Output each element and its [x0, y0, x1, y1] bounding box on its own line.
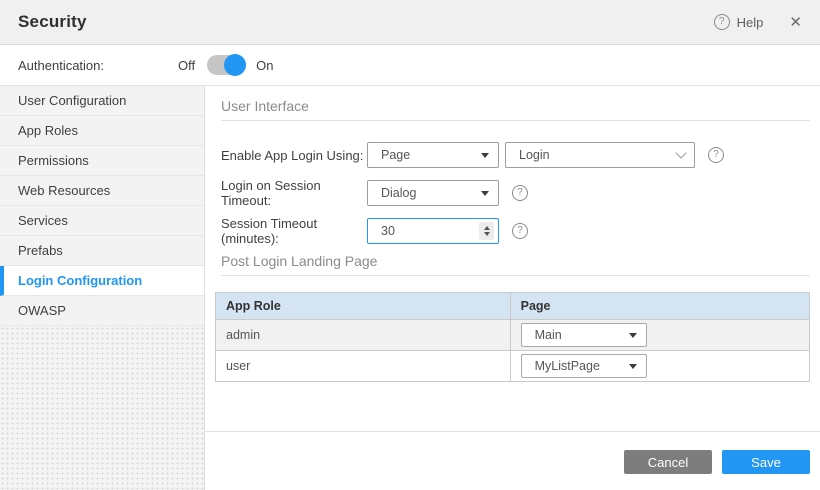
admin-landing-page-value: Main: [535, 328, 562, 342]
table-header-row: App Role Page: [216, 293, 810, 320]
authentication-toggle[interactable]: [207, 55, 244, 75]
session-timeout-minutes-row: Session Timeout (minutes): ?: [221, 218, 810, 244]
authentication-label: Authentication:: [18, 58, 104, 73]
number-stepper-icon[interactable]: [479, 222, 494, 240]
session-timeout-type-value: Dialog: [381, 186, 416, 200]
security-dialog: Security ? Help ✕ Authentication: Off On…: [0, 0, 820, 490]
enable-app-login-label: Enable App Login Using:: [221, 148, 367, 163]
sidebar-item-login-configuration[interactable]: Login Configuration: [0, 266, 204, 296]
user-landing-page-value: MyListPage: [535, 359, 600, 373]
session-timeout-minutes-input[interactable]: [368, 220, 468, 242]
cancel-button[interactable]: Cancel: [624, 450, 712, 474]
dialog-body: User Configuration App Roles Permissions…: [0, 86, 820, 490]
help-button[interactable]: ? Help: [714, 14, 764, 30]
question-circle-icon: ?: [714, 14, 730, 30]
session-timeout-type-select[interactable]: Dialog: [367, 180, 499, 206]
toggle-off-label: Off: [178, 58, 195, 73]
column-header-page: Page: [510, 293, 809, 320]
section-divider: [221, 120, 810, 121]
session-timeout-minutes-field: [367, 218, 499, 244]
title-bar: Security ? Help ✕: [0, 0, 820, 45]
login-on-session-timeout-help-icon[interactable]: ?: [512, 185, 528, 201]
close-icon[interactable]: ✕: [789, 15, 802, 30]
authentication-row: Authentication: Off On: [0, 45, 820, 86]
user-landing-page-select[interactable]: MyListPage: [521, 354, 647, 378]
page-title: Security: [18, 12, 87, 32]
column-header-app-role: App Role: [216, 293, 511, 320]
login-on-session-timeout-row: Login on Session Timeout: Dialog ?: [221, 180, 810, 206]
enable-app-login-help-icon[interactable]: ?: [708, 147, 724, 163]
enable-app-login-row: Enable App Login Using: Page Login ?: [221, 142, 810, 168]
sidebar-item-user-configuration[interactable]: User Configuration: [0, 86, 204, 116]
table-row-admin: admin Main: [216, 320, 810, 351]
toggle-knob-icon: [224, 54, 246, 76]
caret-down-icon: [629, 364, 637, 369]
caret-down-icon: [629, 333, 637, 338]
app-role-cell: admin: [216, 320, 511, 351]
sidebar-item-services[interactable]: Services: [0, 206, 204, 236]
login-type-select[interactable]: Page: [367, 142, 499, 168]
post-login-section-title: Post Login Landing Page: [221, 244, 810, 269]
table-row-user: user MyListPage: [216, 351, 810, 382]
admin-landing-page-select[interactable]: Main: [521, 323, 647, 347]
sidebar-item-permissions[interactable]: Permissions: [0, 146, 204, 176]
session-timeout-minutes-help-icon[interactable]: ?: [512, 223, 528, 239]
user-interface-section-title: User Interface: [221, 86, 810, 114]
sidebar-item-owasp[interactable]: OWASP: [0, 296, 204, 326]
sidebar-item-app-roles[interactable]: App Roles: [0, 116, 204, 146]
section-divider: [221, 275, 810, 276]
chevron-down-icon: [675, 147, 686, 158]
app-role-cell: user: [216, 351, 511, 382]
login-page-select[interactable]: Login: [505, 142, 695, 168]
caret-down-icon: [481, 153, 489, 158]
post-login-landing-table: App Role Page admin Main: [215, 292, 810, 382]
settings-sidebar: User Configuration App Roles Permissions…: [0, 86, 205, 490]
toggle-on-label: On: [256, 58, 273, 73]
sidebar-item-prefabs[interactable]: Prefabs: [0, 236, 204, 266]
login-configuration-panel: User Interface Enable App Login Using: P…: [205, 86, 820, 490]
sidebar-dotted-background: [0, 326, 204, 490]
caret-down-icon: [481, 191, 489, 196]
login-on-session-timeout-label: Login on Session Timeout:: [221, 178, 367, 208]
dialog-footer: Cancel Save: [205, 431, 820, 490]
login-page-value: Login: [519, 148, 550, 162]
session-timeout-minutes-label: Session Timeout (minutes):: [221, 216, 367, 246]
titlebar-actions: ? Help ✕: [714, 14, 802, 30]
help-label: Help: [737, 15, 764, 30]
sidebar-item-web-resources[interactable]: Web Resources: [0, 176, 204, 206]
save-button[interactable]: Save: [722, 450, 810, 474]
login-type-value: Page: [381, 148, 410, 162]
